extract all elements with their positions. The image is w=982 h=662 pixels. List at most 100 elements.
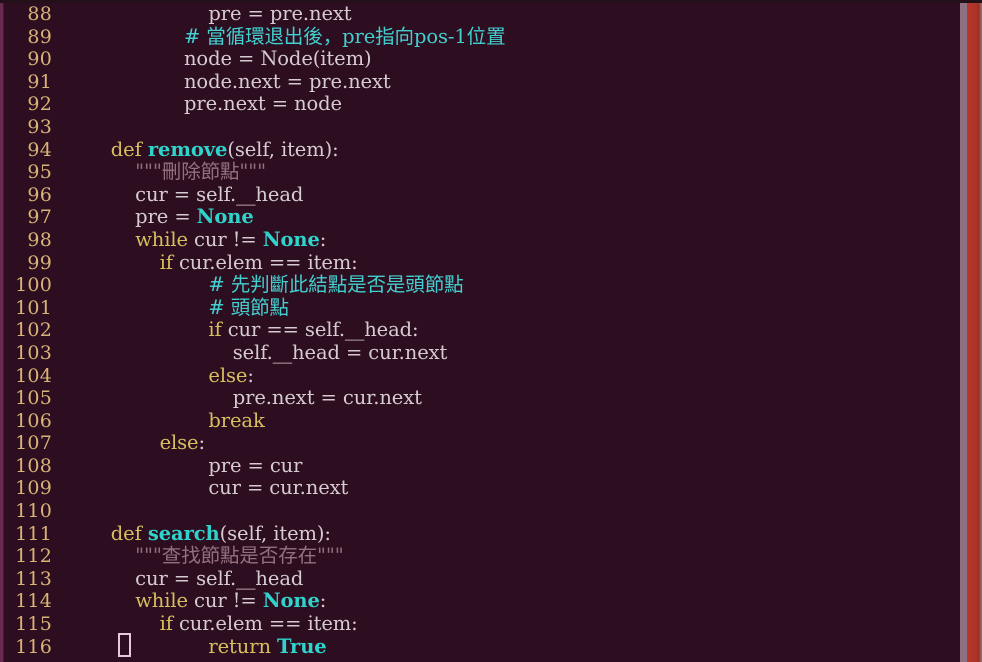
code-line-text[interactable]: # 先判斷此結點是否是頭節點 [62, 273, 960, 297]
code-token-plain: cur = self.__head [62, 182, 304, 206]
code-lines-container[interactable]: 88 pre = pre.next 89 # 當循環退出後，pre指向pos-1位… [4, 3, 960, 658]
code-line[interactable]: 115 if cur.elem == item: [4, 612, 960, 636]
line-number: 103 [15, 341, 52, 364]
code-line[interactable]: 94 def remove(self, item): [4, 137, 960, 162]
line-number: 112 [15, 545, 52, 568]
code-token-plain: : [198, 431, 206, 455]
code-token-plain: cur == self.__head: [221, 318, 419, 342]
code-line-text[interactable]: pre = cur [62, 453, 960, 478]
code-token-plain: node.next = pre.next [62, 69, 391, 93]
code-line-text[interactable]: """查找節點是否存在""" [62, 544, 960, 568]
code-line-text[interactable]: if cur.elem == item: [62, 250, 960, 275]
code-line[interactable]: 99 if cur.elem == item: [4, 250, 960, 275]
code-line-text[interactable]: if cur == self.__head: [62, 319, 960, 342]
line-number: 91 [27, 70, 52, 93]
code-line-text[interactable]: cur = self.__head [62, 566, 960, 591]
code-line-text[interactable]: def search(self, item): [62, 521, 960, 546]
code-token-keyword: if [208, 318, 222, 342]
code-token-keyword: if [159, 250, 173, 274]
code-line-text[interactable]: self.__head = cur.next [62, 340, 960, 365]
code-token-docstring: """刪除節點""" [62, 160, 266, 184]
code-editor-window: 88 pre = pre.next 89 # 當循環退出後，pre指向pos-1位… [0, 0, 982, 662]
code-line[interactable]: 89 # 當循環退出後，pre指向pos-1位置 [4, 25, 960, 49]
code-line[interactable]: 106 break [4, 409, 960, 433]
line-number: 97 [27, 206, 52, 229]
code-line[interactable]: 116 return True [4, 634, 960, 659]
code-line-text[interactable]: else: [62, 431, 960, 455]
line-number: 96 [27, 183, 52, 206]
code-line-text[interactable]: pre.next = cur.next [62, 386, 960, 410]
code-token-plain: cur = self.__head [62, 566, 304, 590]
code-line-text[interactable]: return True [62, 634, 960, 659]
code-token-plain: cur.elem == item: [172, 612, 358, 636]
code-token-function: remove [147, 137, 228, 161]
code-token-constant: True [277, 634, 327, 658]
code-line-text[interactable]: cur = cur.next [62, 477, 960, 500]
line-number: 102 [15, 319, 52, 342]
code-line-text[interactable]: node.next = pre.next [62, 69, 960, 94]
line-number: 108 [15, 454, 52, 477]
line-number: 95 [27, 161, 52, 184]
vertical-scrollbar[interactable] [960, 0, 967, 662]
line-number: 111 [15, 522, 52, 545]
code-line[interactable]: 113 cur = self.__head [4, 566, 960, 591]
code-editor-viewport[interactable]: 88 pre = pre.next 89 # 當循環退出後，pre指向pos-1位… [4, 3, 960, 662]
code-line[interactable]: 101 # 頭節點 [4, 295, 960, 320]
code-token-keyword: def [110, 521, 142, 545]
code-token-plain: (self, item): [227, 137, 339, 161]
code-line-text[interactable]: # 當循環退出後，pre指向pos-1位置 [62, 25, 960, 49]
code-token-plain: pre = cur [62, 453, 303, 477]
line-number: 106 [15, 409, 52, 432]
code-line[interactable]: 96 cur = self.__head [4, 182, 960, 207]
code-line-text[interactable]: if cur.elem == item: [62, 612, 960, 636]
code-token-plain: self.__head = cur.next [62, 340, 448, 364]
code-line[interactable]: 102 if cur == self.__head: [4, 319, 960, 342]
code-line[interactable]: 104 else: [4, 364, 960, 388]
code-line-text[interactable]: while cur != None: [62, 590, 960, 613]
code-line[interactable]: 108 pre = cur [4, 453, 960, 478]
code-line[interactable]: 92 pre.next = node [4, 93, 960, 116]
code-line-text[interactable]: pre = pre.next [62, 3, 960, 26]
code-line[interactable]: 114 while cur != None: [4, 590, 960, 613]
window-left-edge [0, 0, 4, 662]
code-token-plain: pre = pre.next [62, 3, 352, 25]
code-line-text[interactable]: pre.next = node [62, 93, 960, 116]
line-number: 114 [15, 590, 52, 613]
code-line-text[interactable]: node = Node(item) [62, 47, 960, 71]
line-number: 88 [27, 3, 52, 25]
code-token-constant: None [262, 589, 320, 613]
code-token-plain: pre.next = node [62, 92, 343, 116]
code-line-text[interactable]: while cur != None: [62, 228, 960, 252]
code-line[interactable]: 91 node.next = pre.next [4, 69, 960, 94]
code-line-text[interactable]: cur = self.__head [62, 182, 960, 207]
code-line[interactable]: 88 pre = pre.next [4, 3, 960, 26]
code-token-comment: # 頭節點 [62, 295, 289, 319]
code-token-plain: cur = cur.next [62, 476, 349, 500]
code-line[interactable]: 103 self.__head = cur.next [4, 340, 960, 365]
code-line-text[interactable]: else: [62, 364, 960, 388]
code-line[interactable]: 110 [4, 500, 960, 523]
code-line-text[interactable]: break [62, 409, 960, 433]
code-line[interactable]: 100 # 先判斷此結點是否是頭節點 [4, 273, 960, 297]
code-token-keyword: while [135, 589, 188, 613]
code-line[interactable]: 109 cur = cur.next [4, 477, 960, 500]
code-line[interactable]: 105 pre.next = cur.next [4, 386, 960, 410]
code-line[interactable]: 97 pre = None [4, 206, 960, 229]
code-token-keyword: if [159, 612, 173, 636]
code-line-text[interactable]: """刪除節點""" [62, 160, 960, 184]
code-line-text[interactable]: def remove(self, item): [62, 137, 960, 162]
line-number: 98 [27, 228, 52, 251]
code-line[interactable]: 112 """查找節點是否存在""" [4, 544, 960, 568]
code-line[interactable]: 111 def search(self, item): [4, 521, 960, 546]
code-line-text[interactable]: # 頭節點 [62, 295, 960, 320]
code-line[interactable]: 93 [4, 116, 960, 139]
code-line[interactable]: 95 """刪除節點""" [4, 160, 960, 184]
vertical-scrollbar-thumb[interactable] [960, 0, 967, 662]
code-line[interactable]: 90 node = Node(item) [4, 47, 960, 71]
code-line-text[interactable]: pre = None [62, 206, 960, 229]
code-line[interactable]: 107 else: [4, 431, 960, 455]
code-line[interactable]: 98 while cur != None: [4, 228, 960, 252]
